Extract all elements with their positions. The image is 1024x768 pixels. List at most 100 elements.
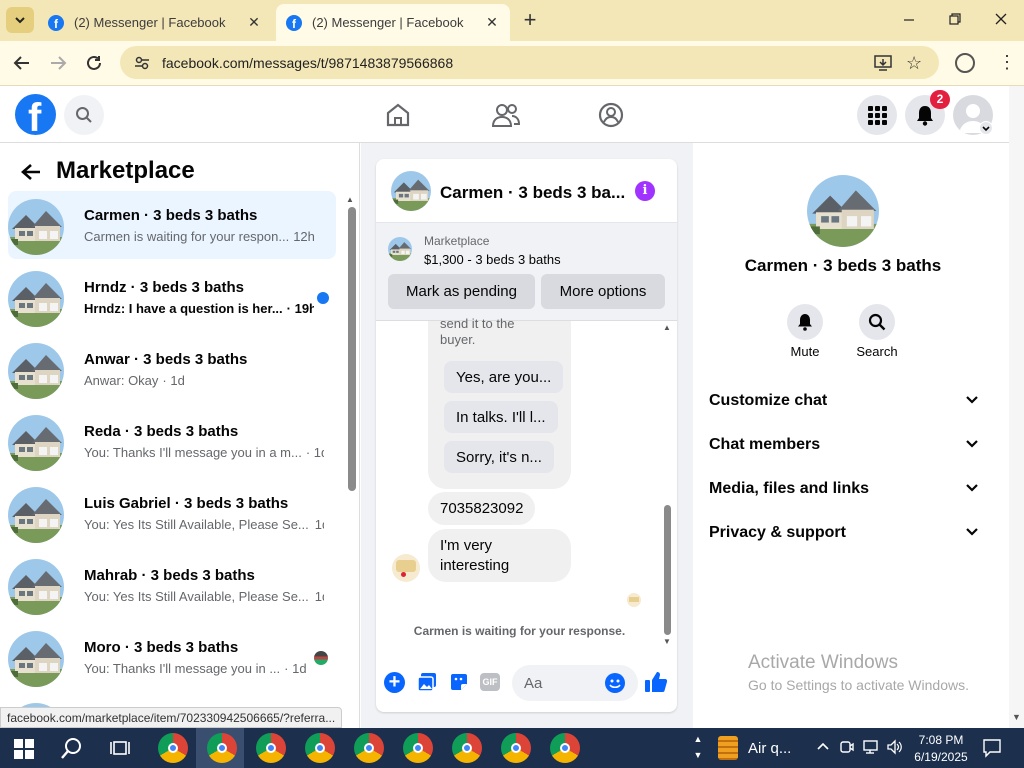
scrollbar-thumb[interactable] [664,505,671,635]
tab-title: (2) Messenger | Facebook [74,15,226,30]
forward-button[interactable] [46,51,70,75]
reload-button[interactable] [82,51,106,75]
chat-window: Carmen · 3 beds 3 ba... i Marketplace $1… [376,159,677,712]
chrome-taskbar-icon[interactable] [550,733,580,763]
chrome-taskbar-icon[interactable] [305,733,335,763]
listing-info[interactable]: $1,300 - 3 beds 3 baths [424,252,561,267]
chrome-taskbar-icon-active[interactable] [207,733,237,763]
notification-center-button[interactable] [982,738,1002,758]
conversation-list-scrollbar[interactable]: ▲ [346,193,358,728]
install-app-icon[interactable] [874,54,892,72]
notification-center-icon [983,739,1001,758]
preview-time: · 1d [162,373,185,388]
chat-avatar[interactable] [391,171,431,211]
like-thumb-button[interactable] [644,670,668,694]
conversation-preview: Hrndz: I have a question is her... · 19h [84,301,314,316]
preview-time: 1d [314,517,324,532]
emoji-icon[interactable] [605,673,625,693]
task-view-button[interactable] [110,738,130,758]
more-actions-button[interactable]: + [384,672,405,693]
preview-text: Anwar: Okay [84,373,159,388]
page-scrollbar[interactable]: ▼ [1009,86,1024,728]
conversation-row-hrndz[interactable]: Hrndz · 3 beds 3 baths Hrndz: I have a q… [8,263,336,331]
chrome-taskbar-icon[interactable] [403,733,433,763]
menu-button[interactable] [857,95,897,135]
mark-as-pending-button[interactable]: Mark as pending [388,274,535,309]
message-input[interactable]: Aa [512,665,638,701]
conversation-info-button[interactable]: i [635,181,655,201]
gif-icon[interactable]: GIF [480,673,500,691]
network-icon[interactable] [862,739,880,755]
volume-icon[interactable] [886,739,904,755]
account-chevron-icon[interactable] [979,121,993,135]
section-privacy-support[interactable]: Privacy & support [709,524,979,542]
bookmark-star-icon[interactable]: ☆ [906,53,926,73]
chrome-taskbar-icon[interactable] [158,733,188,763]
chrome-taskbar-icon[interactable] [452,733,482,763]
groups-nav-button[interactable] [597,101,625,129]
tab-search-button[interactable] [6,7,34,33]
conversation-row-carmen[interactable]: Carmen · 3 beds 3 baths Carmen is waitin… [8,191,336,259]
chrome-menu-icon[interactable]: ⋮ [998,53,1016,73]
conversation-row-anwar[interactable]: Anwar · 3 beds 3 baths Anwar: Okay · 1d [8,335,336,403]
chrome-taskbar-icon[interactable] [256,733,286,763]
mute-button[interactable] [787,304,823,340]
chat-title[interactable]: Carmen · 3 beds 3 ba... [440,183,625,203]
quick-reply-button[interactable]: In talks. I'll l... [444,401,558,433]
close-window-button[interactable] [992,10,1010,28]
search-facebook-button[interactable] [64,95,104,135]
home-nav-button[interactable] [384,101,412,129]
close-tab-icon[interactable]: ✕ [246,14,262,31]
section-media-files-links[interactable]: Media, files and links [709,480,979,498]
more-options-button[interactable]: More options [541,274,665,309]
meet-now-icon[interactable] [840,739,854,755]
sticker-icon[interactable] [449,672,469,692]
taskbar-search-button[interactable] [60,736,84,760]
chrome-taskbar-icon[interactable] [501,733,531,763]
friends-nav-button[interactable] [491,101,521,129]
new-tab-button[interactable]: + [520,9,540,31]
start-button[interactable] [14,739,34,759]
profile-avatar-icon[interactable] [955,53,975,73]
conversation-details-panel: Carmen · 3 beds 3 baths Mute Search Cust… [693,159,993,712]
clock[interactable]: 7:08 PM 6/19/2025 [912,732,970,766]
attach-photo-icon[interactable] [417,672,437,692]
conversation-row-moro[interactable]: Moro · 3 beds 3 baths You: Thanks I'll m… [8,623,336,691]
quick-reply-button[interactable]: Sorry, it's n... [444,441,554,473]
conversation-row-reda[interactable]: Reda · 3 beds 3 baths You: Thanks I'll m… [8,407,336,475]
waiting-status-text: Carmen is waiting for your response. [413,624,626,638]
chevron-down-icon [966,528,978,536]
back-button[interactable] [10,51,34,75]
tray-chevron-icon[interactable] [815,738,831,754]
show-more-apps-icon[interactable]: ▲ ▼ [692,731,704,765]
browser-tab-2[interactable]: f (2) Messenger | Facebook ✕ [276,4,510,41]
minimize-button[interactable] [900,10,918,28]
contact-avatar[interactable] [807,175,879,247]
site-settings-icon[interactable] [134,55,150,71]
address-bar[interactable]: facebook.com/messages/t/9871483879566868 [120,46,939,79]
facebook-logo-icon[interactable]: f [15,94,56,135]
scrollbar-thumb[interactable] [348,207,356,491]
message-bubble[interactable]: 7035823092 [428,492,536,525]
conversation-row-luis-gabriel[interactable]: Luis Gabriel · 3 beds 3 baths You: Yes I… [8,479,336,547]
chat-scrollbar[interactable]: ▲ ▼ [662,323,674,649]
search-icon [76,107,92,123]
message-bubble[interactable]: I'm very interesting [428,529,571,582]
weather-widget[interactable]: Air q... [718,734,808,762]
url-text[interactable]: facebook.com/messages/t/9871483879566868 [162,55,453,71]
back-button[interactable] [20,161,44,185]
close-tab-icon[interactable]: ✕ [484,14,500,31]
restore-button[interactable] [946,10,964,28]
chrome-taskbar-icon[interactable] [354,733,384,763]
sender-avatar [392,554,420,582]
search-conversation-button[interactable] [859,304,895,340]
listing-thumbnail [8,559,64,615]
quick-reply-button[interactable]: Yes, are you... [444,361,564,393]
section-customize-chat[interactable]: Customize chat [709,392,979,410]
section-chat-members[interactable]: Chat members [709,436,979,454]
preview-time: · 19h [286,301,314,316]
listing-thumbnail[interactable] [388,237,412,261]
reload-icon [87,55,101,70]
browser-tab-1[interactable]: f (2) Messenger | Facebook ✕ [38,4,272,41]
conversation-row-mahrab[interactable]: Mahrab · 3 beds 3 baths You: Yes Its Sti… [8,551,336,619]
